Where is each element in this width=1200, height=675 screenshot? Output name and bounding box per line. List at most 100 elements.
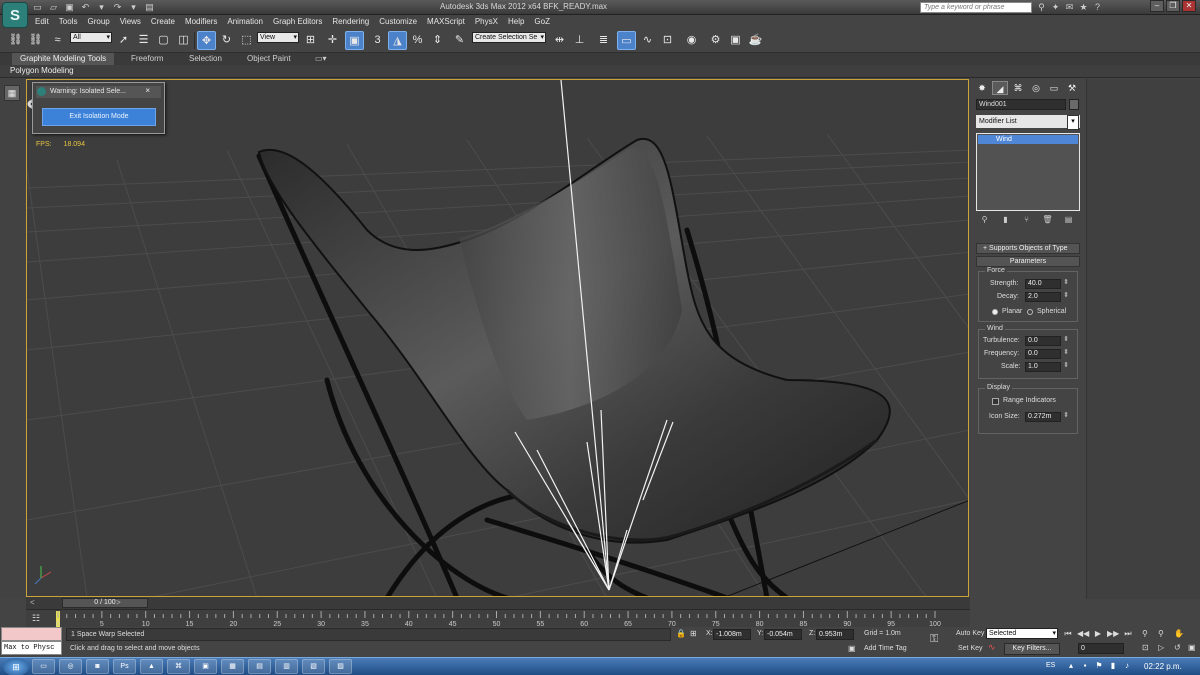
key-mode-selection-dropdown[interactable]: Selected <box>986 628 1058 639</box>
menu-graph-editors[interactable]: Graph Editors <box>268 15 327 28</box>
configure-sets-icon[interactable]: ▤ <box>1062 214 1075 226</box>
photoshop-taskbar-icon[interactable]: Ps <box>113 659 136 674</box>
object-name-field[interactable]: Wind001 <box>976 99 1066 110</box>
create-panel-tab-icon[interactable]: ✸ <box>974 81 990 95</box>
go-to-end-icon[interactable]: ⏭ <box>1122 628 1134 639</box>
use-pivot-center-icon[interactable]: ⊞ <box>301 31 320 50</box>
selection-filter-dropdown[interactable]: All <box>70 32 112 43</box>
modifier-stack[interactable]: Wind <box>976 133 1080 211</box>
menu-group[interactable]: Group <box>82 15 114 28</box>
menu-animation[interactable]: Animation <box>222 15 268 28</box>
strength-spinner[interactable]: 40.0 <box>1025 279 1069 289</box>
make-unique-icon[interactable]: ⑂ <box>1020 214 1033 226</box>
close-button[interactable]: ✕ <box>1182 0 1196 12</box>
angle-snap-icon[interactable]: ◮ <box>388 31 407 50</box>
rollout-supports-objects[interactable]: + Supports Objects of Type <box>976 243 1080 254</box>
time-slider-next-icon[interactable]: > <box>116 598 121 607</box>
rectangular-selection-icon[interactable]: ▢ <box>154 31 173 50</box>
maxscript-mini-input[interactable]: Max to Physc <box>1 641 62 655</box>
language-indicator[interactable]: ES <box>1046 662 1055 669</box>
tab-selection[interactable]: Selection <box>189 53 222 65</box>
select-and-scale-icon[interactable]: ⬚ <box>237 31 256 50</box>
app-taskbar-icon-c[interactable]: ▤ <box>248 659 271 674</box>
y-coordinate-field[interactable]: -0.054m <box>764 629 802 640</box>
zoom-all-icon[interactable]: ⚲ <box>1158 629 1164 638</box>
turbulence-spinner[interactable]: 0.0 <box>1025 336 1069 346</box>
select-and-move-icon[interactable]: ✥ <box>197 31 216 50</box>
edit-named-selection-icon[interactable]: ✎ <box>450 31 469 50</box>
tab-freeform[interactable]: Freeform <box>131 53 163 65</box>
app-taskbar-icon-b[interactable]: ▦ <box>221 659 244 674</box>
next-frame-icon[interactable]: ▶▶ <box>1107 628 1119 639</box>
acrobat-taskbar-icon[interactable]: ▲ <box>140 659 163 674</box>
save-icon[interactable]: ▣ <box>64 2 75 12</box>
mirror-icon[interactable]: ⇹ <box>550 31 569 50</box>
communication-icon[interactable]: ✉ <box>1064 1 1075 13</box>
application-menu-button[interactable]: S <box>2 2 28 28</box>
track-bar[interactable]: ☷ 0 5 10 15 20 25 30 35 40 45 50 55 60 65 70 75 80 85 90 95… <box>26 609 970 628</box>
play-icon[interactable]: ▶ <box>1092 628 1104 639</box>
menu-maxscript[interactable]: MAXScript <box>422 15 470 28</box>
redo-icon[interactable]: ↷ <box>112 2 123 12</box>
zoom-extents-icon[interactable]: ⊡ <box>1142 643 1149 652</box>
help-search-input[interactable]: Type a keyword or phrase <box>920 2 1032 13</box>
minimize-button[interactable]: – <box>1150 0 1164 12</box>
named-selection-sets-dropdown[interactable]: Create Selection Se <box>472 32 546 43</box>
select-and-rotate-icon[interactable]: ↻ <box>217 31 236 50</box>
material-editor-icon[interactable]: ◉ <box>682 31 701 50</box>
menu-edit[interactable]: Edit <box>30 15 54 28</box>
x-coordinate-field[interactable]: -1.008m <box>713 629 751 640</box>
network-taskbar-icon[interactable]: ⌘ <box>167 659 190 674</box>
subscription-icon[interactable]: ✦ <box>1050 1 1061 13</box>
tab-polygon-modeling[interactable]: Polygon Modeling <box>10 66 74 75</box>
3dsmax-taskbar-icon[interactable]: ◙ <box>86 659 109 674</box>
align-icon[interactable]: ⊥ <box>570 31 589 50</box>
exit-isolation-mode-button[interactable]: Exit Isolation Mode <box>42 108 156 126</box>
undo-dropdown-icon[interactable]: ▾ <box>96 2 107 12</box>
rendered-frame-window-icon[interactable]: ▣ <box>726 31 745 50</box>
menu-goz[interactable]: GoZ <box>529 15 555 28</box>
modify-panel-tab-icon[interactable]: ◢ <box>992 81 1008 95</box>
restore-button[interactable]: ❐ <box>1166 0 1180 12</box>
curve-editor-icon[interactable]: ∿ <box>638 31 657 50</box>
pin-stack-icon[interactable]: ⚲ <box>978 214 991 226</box>
spherical-radio[interactable] <box>1027 309 1033 315</box>
key-filters-button[interactable]: Key Filters... <box>1004 643 1060 655</box>
auto-key-button[interactable]: Auto Key <box>956 630 984 637</box>
display-panel-tab-icon[interactable]: ▭ <box>1046 81 1062 95</box>
maxscript-listener-mini[interactable] <box>1 627 62 641</box>
field-of-view-icon[interactable]: ▷ <box>1158 643 1164 652</box>
project-folder-icon[interactable]: ▤ <box>144 2 155 12</box>
spinner-snap-icon[interactable]: ⇕ <box>428 31 447 50</box>
time-tag-icon[interactable]: ▣ <box>848 644 856 653</box>
modifier-list-dropdown[interactable]: Modifier List <box>976 115 1080 130</box>
motion-panel-tab-icon[interactable]: ◎ <box>1028 81 1044 95</box>
unlink-icon[interactable]: ⛓ <box>26 31 45 50</box>
maximize-viewport-icon[interactable]: ▣ <box>1188 643 1196 652</box>
menu-create[interactable]: Create <box>146 15 180 28</box>
start-button[interactable]: ⊞ <box>3 658 29 675</box>
perspective-viewport[interactable]: FPS: 18.094 <box>26 79 969 597</box>
app-taskbar-icon-e[interactable]: ▧ <box>302 659 325 674</box>
object-color-swatch[interactable] <box>1069 99 1079 110</box>
tray-arrow-icon[interactable]: ▴ <box>1066 661 1076 671</box>
reference-coordinate-dropdown[interactable]: View <box>257 32 299 43</box>
layer-manager-icon[interactable]: ≣ <box>594 31 613 50</box>
ribbon-options-icon[interactable]: ▭▾ <box>315 53 327 65</box>
scale-spinner[interactable]: 1.0 <box>1025 362 1069 372</box>
window-crossing-icon[interactable]: ◫ <box>174 31 193 50</box>
redo-dropdown-icon[interactable]: ▾ <box>128 2 139 12</box>
go-to-start-icon[interactable]: ⏮ <box>1062 628 1074 639</box>
menu-views[interactable]: Views <box>115 15 146 28</box>
explorer-taskbar-icon[interactable]: ▭ <box>32 659 55 674</box>
schematic-view-icon[interactable]: ⊡ <box>658 31 677 50</box>
tray-app-icon[interactable]: ▪ <box>1080 661 1090 671</box>
time-slider[interactable]: 0 / 100 <box>62 598 148 608</box>
select-by-name-icon[interactable]: ☰ <box>134 31 153 50</box>
range-indicators-checkbox[interactable] <box>992 398 999 405</box>
tray-network-icon[interactable]: ▮ <box>1108 661 1118 671</box>
set-key-button[interactable]: Set Key <box>958 645 983 652</box>
select-object-icon[interactable]: ➚ <box>114 31 133 50</box>
stack-item-wind[interactable]: Wind <box>978 135 1078 144</box>
hierarchy-panel-tab-icon[interactable]: ⌘ <box>1010 81 1026 95</box>
